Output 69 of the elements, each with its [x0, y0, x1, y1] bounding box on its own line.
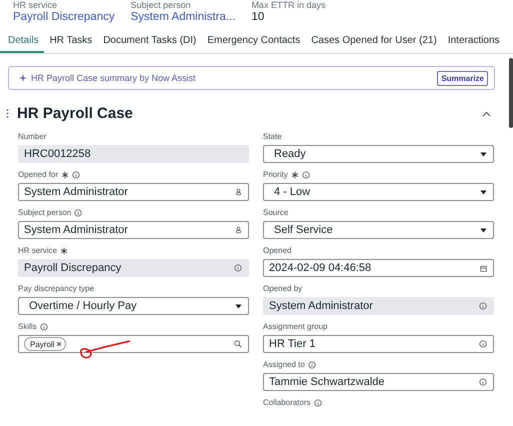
- person-icon: [235, 188, 242, 196]
- info-icon: [479, 302, 487, 310]
- banner-text: HR Payroll Case summary by Now Assist: [31, 73, 197, 83]
- header-link[interactable]: Payroll Discrepancy: [13, 10, 115, 24]
- field-label: Subject person: [18, 208, 72, 218]
- tab[interactable]: Details: [0, 31, 44, 53]
- header-value: 10: [251, 10, 266, 24]
- field-label: Assigned to: [263, 360, 305, 370]
- tab[interactable]: Document Tasks (DI): [98, 31, 202, 53]
- header-label: HR service: [13, 0, 58, 10]
- info-icon: [40, 322, 48, 330]
- search-icon: [234, 340, 242, 348]
- caret-icon: [235, 304, 242, 308]
- tags-field[interactable]: Payroll: [18, 335, 249, 353]
- field-label: Source: [263, 208, 288, 218]
- caret-icon: [480, 152, 487, 156]
- info-icon: [479, 378, 487, 386]
- scrollbar[interactable]: [509, 58, 513, 128]
- text-field[interactable]: Tammie Schwartzwalde: [263, 373, 494, 391]
- select-dropdown[interactable]: Overtime / Hourly Pay: [18, 297, 249, 315]
- field-label: Number: [18, 132, 46, 142]
- info-icon: [74, 208, 82, 216]
- info-icon: [72, 170, 80, 178]
- select-dropdown[interactable]: Self Service: [263, 221, 494, 239]
- field-label: HR service: [18, 246, 58, 256]
- field-label: Pay discrepancy type: [18, 284, 94, 294]
- caret-icon: [480, 190, 487, 194]
- required-icon: [60, 246, 68, 254]
- field-label: Opened for: [18, 170, 58, 180]
- field-label: Assignment group: [263, 322, 328, 332]
- reference-field[interactable]: System Administrator: [18, 183, 249, 201]
- reference-field[interactable]: System Administrator: [18, 221, 249, 239]
- tag-chip[interactable]: Payroll: [24, 337, 66, 351]
- field-label: Skills: [18, 322, 37, 332]
- calendar-icon: [480, 264, 487, 272]
- field-label: Collaborators: [263, 398, 311, 408]
- tab[interactable]: HR Tasks: [44, 31, 98, 53]
- select-dropdown[interactable]: 4 - Low: [263, 183, 494, 201]
- field-label: Opened by: [263, 284, 302, 294]
- readonly-field: System Administrator: [263, 297, 494, 315]
- field-label: State: [263, 132, 282, 142]
- required-icon: [290, 170, 299, 178]
- select-dropdown[interactable]: Ready: [263, 145, 494, 163]
- caret-icon: [480, 228, 487, 232]
- section-title: HR Payroll Case: [17, 105, 134, 122]
- field-label: Priority: [263, 170, 288, 180]
- text-field[interactable]: HR Tier 1: [263, 335, 494, 353]
- field-label: Opened: [263, 246, 292, 256]
- sparkle-icon: [19, 74, 27, 82]
- summarize-button[interactable]: Summarize: [437, 70, 488, 86]
- header-link[interactable]: System Administra...: [130, 10, 236, 24]
- info-icon: [302, 170, 310, 178]
- header-label: Subject person: [130, 0, 192, 10]
- info-icon: [308, 360, 316, 368]
- info-icon: [234, 264, 242, 272]
- required-icon: [61, 170, 70, 178]
- tab[interactable]: Cases Opened for User (21): [306, 31, 442, 53]
- date-field[interactable]: 2024-02-09 04:46:58: [263, 259, 494, 277]
- info-icon: [479, 340, 487, 348]
- info-icon: [314, 398, 322, 406]
- chevron-up-icon[interactable]: [482, 110, 491, 116]
- readonly-field: HRC0012258: [18, 145, 249, 163]
- readonly-field: Payroll Discrepancy: [18, 259, 249, 277]
- header-label: Max ETTR in days: [251, 0, 326, 10]
- drag-handle-icon: [6, 109, 9, 118]
- person-icon: [235, 226, 242, 234]
- tab[interactable]: Emergency Contacts: [202, 31, 306, 53]
- tab[interactable]: Interactions: [442, 31, 506, 53]
- close-icon: [56, 341, 62, 347]
